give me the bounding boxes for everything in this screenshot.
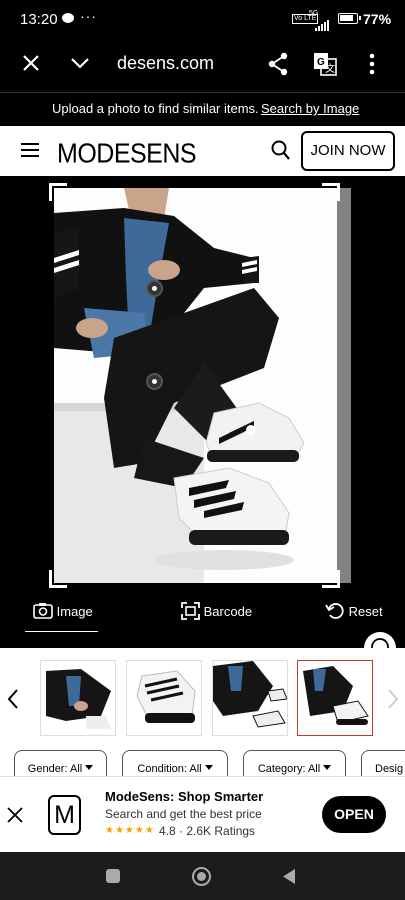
close-icon[interactable] (22, 54, 40, 72)
app-subtitle: Search and get the best price (105, 807, 262, 821)
battery-icon (338, 13, 361, 24)
barcode-tool[interactable]: Barcode (181, 602, 252, 620)
system-nav-bar (0, 852, 405, 900)
hamburger-menu-icon[interactable] (21, 143, 39, 157)
camera-icon (33, 603, 53, 619)
reset-tool-label: Reset (348, 604, 383, 619)
result-thumbnail[interactable] (40, 660, 116, 736)
more-options-icon[interactable] (369, 53, 375, 75)
crop-corner-top-left[interactable] (49, 183, 67, 201)
signal-icon (315, 13, 330, 31)
search-icon[interactable] (271, 140, 291, 162)
caret-down-icon (204, 765, 213, 770)
result-thumbnail[interactable] (212, 660, 288, 736)
star-rating-icon: ★★★★★ (105, 825, 155, 836)
designer-filter-label: Desig (375, 763, 404, 775)
detection-point[interactable] (146, 280, 163, 297)
browser-toolbar: desens.com G 文 (0, 40, 405, 92)
more-notifications-icon: ··· (80, 8, 97, 24)
detection-point[interactable] (246, 425, 256, 435)
barcode-icon (181, 602, 200, 620)
app-logo: M (48, 795, 81, 835)
status-time: 13:20 (20, 11, 58, 28)
open-app-button[interactable]: OPEN (322, 796, 386, 833)
search-by-image-link[interactable]: Search by Image (261, 101, 359, 116)
site-logo[interactable]: MODESENS (57, 138, 197, 170)
app-title: ModeSens: Shop Smarter (105, 789, 264, 804)
gender-filter-label: Gender: All (27, 763, 83, 775)
close-banner-icon[interactable] (6, 806, 24, 824)
caret-down-icon (323, 765, 332, 770)
category-filter-label: Category: All (257, 763, 321, 775)
crop-corner-bottom-left[interactable] (49, 570, 67, 588)
crop-corner-bottom-right[interactable] (322, 570, 340, 588)
join-now-button[interactable]: JOIN NOW (301, 131, 395, 171)
svg-text:G: G (317, 57, 325, 68)
svg-text:文: 文 (325, 62, 335, 75)
result-thumbnail-selected[interactable] (297, 660, 373, 736)
barcode-tool-label: Barcode (203, 604, 253, 619)
app-install-banner: M ModeSens: Shop Smarter Search and get … (0, 776, 405, 852)
status-bar: 13:20 ··· Vo LTE 5G 77% (0, 0, 405, 40)
url-text[interactable]: desens.com (117, 53, 214, 74)
battery-percent: 77% (363, 11, 392, 27)
site-header: MODESENS JOIN NOW (0, 126, 405, 176)
image-crop-area: Image Barcode Reset (0, 176, 405, 664)
image-tool-label: Image (56, 604, 93, 619)
caret-down-icon (85, 765, 94, 770)
active-tab-indicator (25, 631, 98, 632)
detection-point[interactable] (146, 373, 163, 390)
back-icon[interactable] (282, 868, 296, 885)
condition-filter-label: Condition: All (137, 763, 202, 775)
share-icon[interactable] (267, 52, 289, 76)
message-icon (62, 13, 74, 23)
crop-corner-top-right[interactable] (322, 183, 340, 201)
home-icon[interactable] (192, 867, 211, 886)
chevron-right-icon[interactable] (386, 688, 400, 710)
translate-icon[interactable]: G 文 (313, 52, 337, 76)
reset-tool[interactable]: Reset (325, 602, 383, 620)
recents-icon[interactable] (106, 869, 120, 883)
upload-notice: Upload a photo to find similar items. Se… (0, 92, 405, 126)
results-strip (0, 648, 405, 748)
image-shadow (336, 188, 351, 583)
uploaded-photo[interactable] (54, 188, 337, 583)
chevron-left-icon[interactable] (6, 688, 20, 710)
reset-icon (325, 603, 344, 619)
result-thumbnail[interactable] (126, 660, 202, 736)
notice-text: Upload a photo to find similar items. (52, 101, 259, 116)
chevron-down-icon[interactable] (70, 56, 90, 70)
filter-bar: Gender: All Condition: All Category: All… (0, 748, 405, 784)
image-tool[interactable]: Image (33, 602, 93, 619)
app-rating: 4.8 · 2.6K Ratings (159, 824, 256, 838)
